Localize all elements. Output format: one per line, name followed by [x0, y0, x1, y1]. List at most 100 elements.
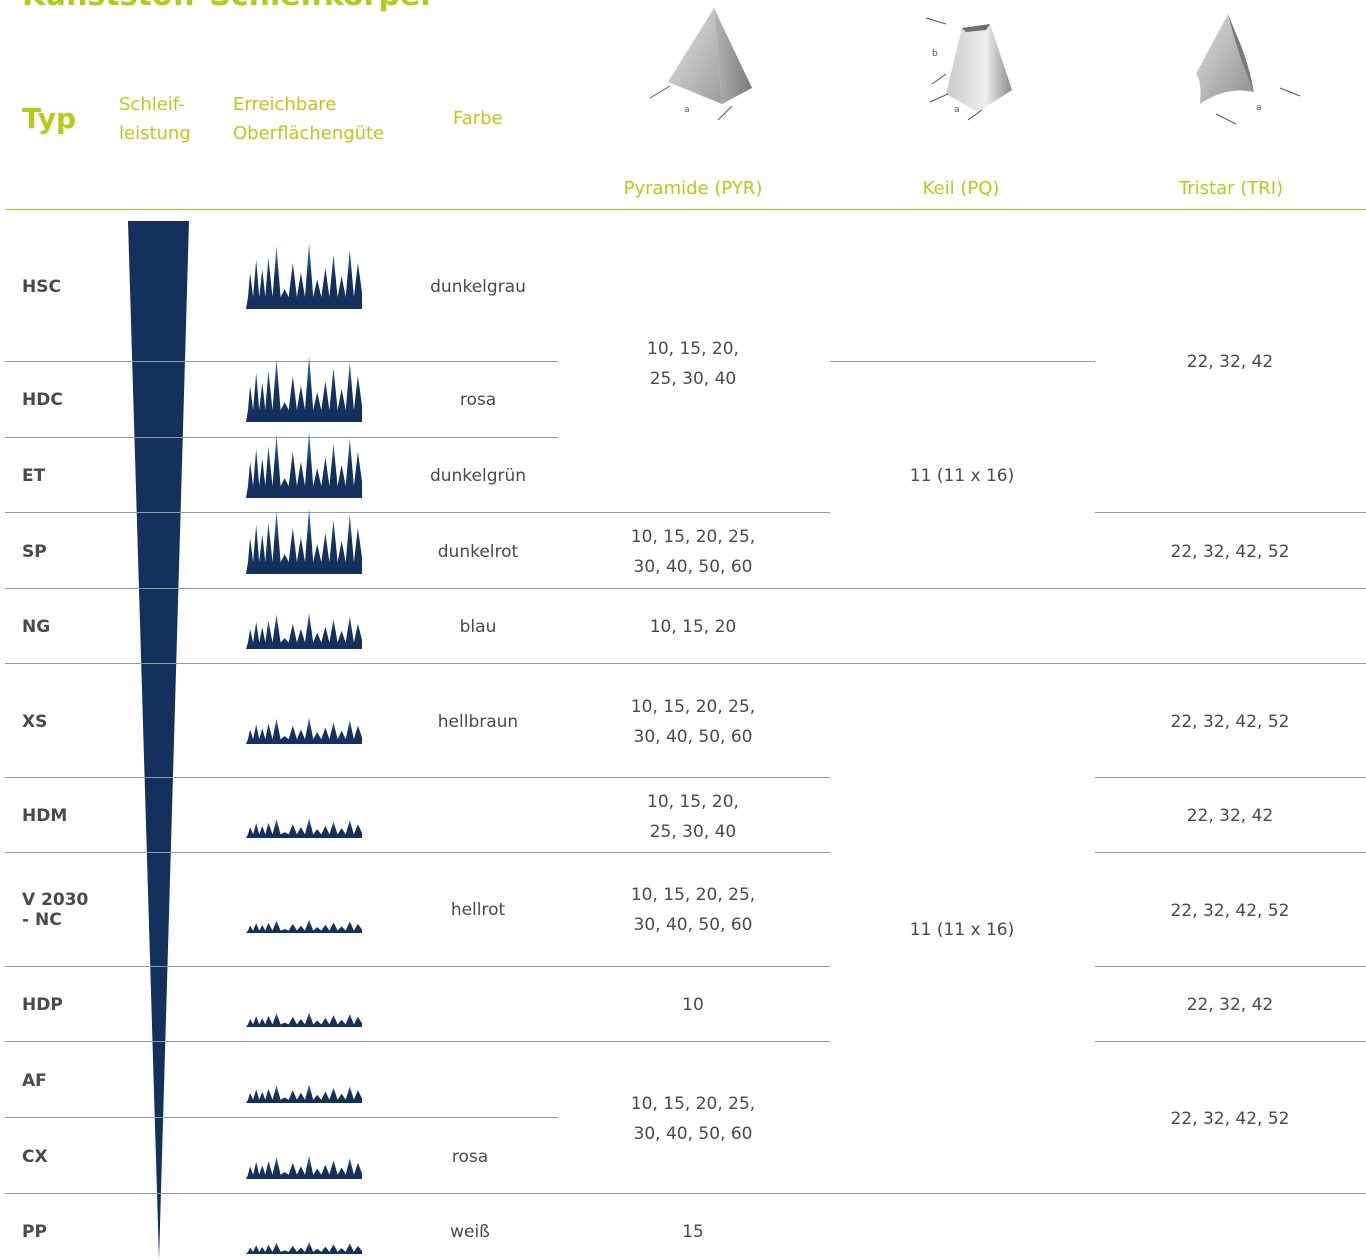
tristar-value: 22, 32, 42	[1186, 806, 1274, 826]
surface-profile-icon	[246, 1155, 362, 1179]
pyramide-value-line: 10, 15, 20, 25,	[630, 527, 756, 547]
surface-profile-shape	[246, 818, 362, 838]
wedge-dim-a: a	[954, 105, 960, 115]
pyramide-value-line: 25, 30, 40	[649, 822, 737, 842]
header-schleifleistung-line1: Schleif-	[119, 94, 185, 115]
tristar-value: 22, 32, 42	[1186, 995, 1274, 1015]
row-separator	[5, 588, 1366, 589]
wedge-dim-b: b	[932, 49, 938, 59]
row-separator	[830, 361, 1095, 362]
tristar-icon: a	[1196, 14, 1301, 125]
pyramide-value-line: 25, 30, 40	[649, 369, 737, 389]
pyramide-value: 10, 15, 20	[593, 612, 793, 642]
row-separator	[5, 663, 1366, 664]
farbe-value: weiß	[450, 1222, 490, 1242]
header-oberflaeche-line2: Oberflächengüte	[233, 123, 385, 144]
wedge-icon: b a	[925, 17, 1012, 121]
pyramide-value: 15	[593, 1217, 793, 1247]
header-farbe: Farbe	[453, 108, 503, 129]
row-separator	[1095, 512, 1366, 513]
tristar-value: 22, 32, 42, 52	[1170, 1109, 1290, 1129]
tristar-value: 22, 32, 42	[1186, 352, 1274, 372]
surface-profile-icon	[246, 432, 362, 498]
row-separator	[5, 1193, 1366, 1194]
row-separator	[1095, 1041, 1366, 1042]
surface-profile-icon	[246, 243, 362, 309]
pyramide-value-line: 30, 40, 50, 60	[633, 915, 753, 935]
surface-profile-icon	[246, 356, 362, 422]
pyramide-value: 10, 15, 20, 25, 30, 40, 50, 60	[593, 1089, 793, 1149]
typ-label: V 2030 - NC	[22, 890, 89, 930]
tristar-dim-a: a	[1256, 103, 1262, 113]
tristar-value: 22, 32, 42, 52	[1170, 712, 1290, 732]
tristar-value: 22, 32, 42, 52	[1170, 901, 1290, 921]
surface-profile-shape	[246, 356, 362, 422]
farbe-value: dunkelrot	[437, 542, 519, 562]
typ-label: AF	[22, 1071, 47, 1091]
surface-profile-shape	[246, 1242, 362, 1254]
header-schleifleistung: Schleif- leistung	[119, 90, 191, 148]
pyramide-value-line: 10, 15, 20, 25,	[630, 885, 756, 905]
header-rule	[5, 209, 1366, 210]
pyramide-value-line: 10, 15, 20,	[647, 339, 739, 359]
typ-label: HDC	[22, 390, 63, 410]
farbe-value: rosa	[451, 1147, 489, 1167]
typ-label: CX	[22, 1147, 48, 1167]
pyramide-value-line: 30, 40, 50, 60	[633, 557, 753, 577]
pyramide-value-line: 10, 15, 20, 25,	[630, 1094, 756, 1114]
header-typ: Typ	[22, 102, 77, 135]
header-pyramide: Pyramide (PYR)	[623, 178, 763, 199]
surface-profile-icon	[246, 508, 362, 574]
farbe-value: hellbraun	[437, 712, 519, 732]
typ-label: ET	[22, 466, 46, 486]
surface-profile-icon	[246, 1242, 362, 1254]
header-keil: Keil (PQ)	[922, 178, 1000, 199]
pyramide-value: 10, 15, 20, 25, 30, 40, 50, 60	[593, 880, 793, 940]
page-title: Kunststoff-Schleifkörper	[22, 0, 435, 13]
header-oberflaeche-line1: Erreichbare	[233, 94, 337, 115]
surface-profile-icon	[246, 818, 362, 838]
pyramid-icon: a	[649, 8, 752, 121]
row-separator	[5, 966, 830, 967]
surface-profile-shape	[246, 612, 362, 649]
typ-label: XS	[22, 712, 48, 732]
surface-profile-shape	[246, 1155, 362, 1179]
pyramide-value-line: 10, 15, 20, 25,	[630, 697, 756, 717]
surface-profile-icon	[246, 717, 362, 744]
header-schleifleistung-line2: leistung	[119, 123, 191, 144]
pyramide-value-line: 30, 40, 50, 60	[633, 1124, 753, 1144]
row-separator	[1095, 852, 1366, 853]
typ-label: HSC	[22, 277, 61, 297]
surface-profile-icon	[246, 919, 362, 933]
row-separator	[5, 512, 830, 513]
surface-profile-shape	[246, 919, 362, 933]
pyramide-value: 10, 15, 20, 25, 30, 40	[593, 787, 793, 847]
pyramide-value-line: 10	[682, 995, 704, 1015]
pyramide-value: 10, 15, 20, 25, 30, 40, 50, 60	[593, 692, 793, 752]
surface-profile-shape	[246, 508, 362, 574]
tristar-value: 22, 32, 42, 52	[1170, 542, 1290, 562]
surface-profile-shape	[246, 717, 362, 744]
row-separator	[5, 777, 830, 778]
pyramide-value-line: 30, 40, 50, 60	[633, 727, 753, 747]
surface-profile-icon	[246, 1084, 362, 1103]
pyramide-value-line: 10, 15, 20,	[647, 792, 739, 812]
surface-profile-shape	[246, 432, 362, 498]
pyramide-value: 10	[593, 990, 793, 1020]
typ-label: HDP	[22, 995, 63, 1015]
row-separator	[1095, 966, 1366, 967]
surface-profile-icon	[246, 612, 362, 649]
typ-label: NG	[22, 617, 51, 637]
pyramide-value: 10, 15, 20, 25, 30, 40, 50, 60	[593, 522, 793, 582]
header-oberflaeche: Erreichbare Oberflächengüte	[233, 90, 384, 148]
keil-value: 11 (11 x 16)	[909, 920, 1015, 940]
farbe-value: dunkelgrün	[429, 466, 527, 486]
typ-label: PP	[22, 1222, 47, 1242]
surface-profile-icon	[246, 1012, 362, 1027]
farbe-value: blau	[459, 617, 497, 637]
surface-profile-shape	[246, 1012, 362, 1027]
surface-profile-shape	[246, 1084, 362, 1103]
surface-profile-shape	[246, 243, 362, 309]
farbe-value: rosa	[459, 390, 497, 410]
typ-label: SP	[22, 542, 47, 562]
